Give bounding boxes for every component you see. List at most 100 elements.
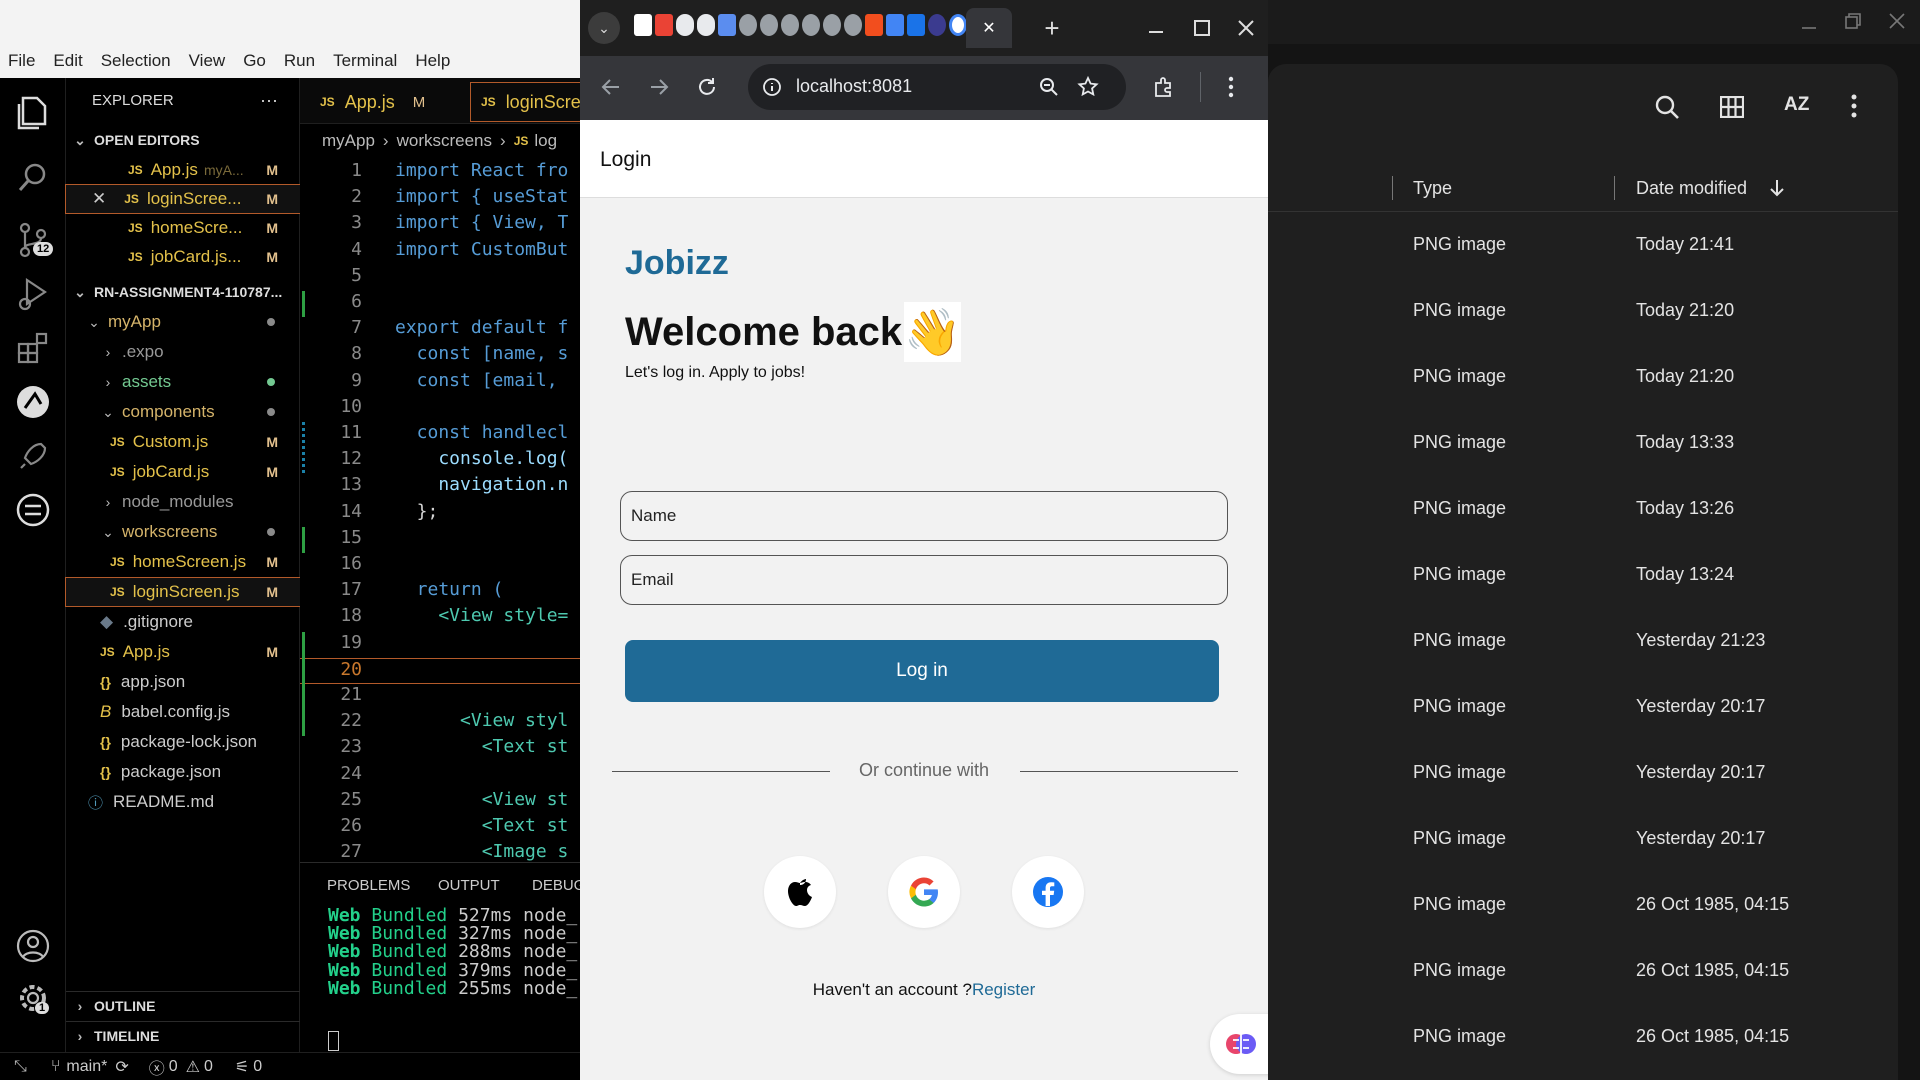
explorer-icon[interactable]	[13, 92, 53, 132]
favicon[interactable]	[928, 14, 946, 36]
git-branch[interactable]: main*	[66, 1058, 107, 1076]
code-line[interactable]: 12 console.log(	[300, 448, 580, 474]
minimize-icon[interactable]	[1146, 18, 1166, 38]
open-editors-header[interactable]: ⌄ OPEN EDITORS	[66, 126, 300, 154]
file-row[interactable]: PNG image Today 13:24	[1268, 542, 1898, 608]
file-row[interactable]: PNG image Today 21:20	[1268, 278, 1898, 344]
column-type[interactable]: Type	[1413, 178, 1452, 199]
file-row[interactable]: PNG image Today 21:20	[1268, 344, 1898, 410]
code-line[interactable]: 24	[300, 763, 580, 789]
tree-file-loginscreen[interactable]: JS loginScreen.js M	[65, 577, 301, 607]
tree-file-gitignore[interactable]: ◆ .gitignore	[66, 608, 300, 636]
google-login-button[interactable]	[888, 856, 960, 928]
file-row[interactable]: PNG image Today 21:41	[1268, 212, 1898, 278]
name-input[interactable]	[621, 492, 1227, 540]
project-header[interactable]: ⌄ RN-ASSIGNMENT4-110787...	[66, 278, 300, 306]
email-input[interactable]	[621, 556, 1227, 604]
zoom-icon[interactable]	[1038, 76, 1060, 98]
tab-debug[interactable]: DEBUG	[532, 877, 580, 894]
apple-login-button[interactable]	[764, 856, 836, 928]
file-row[interactable]: PNG image Today 13:26	[1268, 476, 1898, 542]
more-options-icon[interactable]	[1851, 94, 1857, 118]
open-editor-item[interactable]: JS App.js myA... M	[66, 156, 300, 184]
remote-explorer-icon[interactable]	[13, 490, 53, 530]
file-row[interactable]: PNG image Yesterday 20:17	[1268, 674, 1898, 740]
search-icon[interactable]	[13, 158, 53, 198]
tree-file-homescreen[interactable]: JS homeScreen.js M	[66, 548, 300, 576]
tab-appjs[interactable]: JS App.js M	[310, 82, 435, 122]
code-line[interactable]: 20	[300, 657, 580, 684]
favicon[interactable]	[781, 14, 799, 36]
menu-terminal[interactable]: Terminal	[333, 51, 397, 71]
code-line[interactable]: 15	[300, 527, 580, 553]
code-line[interactable]: 27 <Image s	[300, 841, 580, 862]
favicon[interactable]	[823, 14, 841, 36]
tree-file-readme[interactable]: ⓘ README.md	[66, 788, 300, 816]
file-row[interactable]: PNG image Yesterday 20:17	[1268, 740, 1898, 806]
remote-icon[interactable]: ⤡	[14, 1058, 27, 1076]
figma-icon[interactable]	[865, 14, 883, 36]
favicon[interactable]	[676, 14, 694, 36]
settings-gear-icon[interactable]: 1	[13, 978, 53, 1018]
source-control-icon[interactable]: 12	[13, 220, 54, 260]
tab-loginscreen[interactable]: JS loginScre	[470, 82, 580, 122]
login-button[interactable]: Log in	[625, 640, 1219, 702]
close-icon[interactable]: ✕	[92, 189, 106, 209]
grid-view-icon[interactable]	[1720, 96, 1744, 118]
tree-folder-myapp[interactable]: ⌄ myApp	[66, 308, 300, 336]
code-line[interactable]: 21	[300, 684, 580, 710]
code-line[interactable]: 23 <Text st	[300, 736, 580, 762]
file-row[interactable]: PNG image Today 13:33	[1268, 410, 1898, 476]
favicon[interactable]	[886, 14, 904, 36]
reload-icon[interactable]	[696, 76, 718, 98]
tree-file-custom[interactable]: JS Custom.js M	[66, 428, 300, 456]
register-link[interactable]: Register	[972, 980, 1035, 999]
search-icon[interactable]	[1654, 94, 1680, 120]
favicon[interactable]	[697, 14, 715, 36]
back-icon[interactable]	[600, 76, 622, 98]
code-line[interactable]: 26 <Text st	[300, 815, 580, 841]
account-icon[interactable]	[13, 926, 53, 966]
code-line[interactable]: 13 navigation.n	[300, 474, 580, 500]
file-row[interactable]: PNG image 26 Oct 1985, 04:15	[1268, 1004, 1898, 1070]
sort-az-icon[interactable]: AZ	[1784, 94, 1809, 116]
timeline-header[interactable]: › TIMELINE	[66, 1021, 300, 1049]
column-date-modified[interactable]: Date modified	[1636, 178, 1747, 199]
bookmark-star-icon[interactable]	[1076, 75, 1100, 99]
menu-edit[interactable]: Edit	[53, 51, 82, 71]
code-line[interactable]: 11 const handlecl	[300, 422, 580, 448]
favicon[interactable]	[802, 14, 820, 36]
tab-output[interactable]: OUTPUT	[438, 877, 500, 894]
code-line[interactable]: 10	[300, 396, 580, 422]
tree-folder-assets[interactable]: › assets	[66, 368, 300, 396]
code-line[interactable]: 5	[300, 265, 580, 291]
rocket-icon[interactable]	[13, 436, 53, 476]
menu-run[interactable]: Run	[284, 51, 315, 71]
sort-descending-icon[interactable]	[1768, 178, 1786, 198]
menu-file[interactable]: File	[8, 51, 35, 71]
favicon[interactable]	[907, 14, 925, 36]
favicon[interactable]	[844, 14, 862, 36]
favicon[interactable]	[634, 14, 652, 36]
expo-icon[interactable]	[13, 382, 53, 422]
tree-file-jobcard[interactable]: JS jobCard.js M	[66, 458, 300, 486]
address-bar[interactable]: localhost:8081	[748, 64, 1126, 110]
ports-count[interactable]: 0	[253, 1058, 262, 1076]
code-line[interactable]: 3 import { View, T	[300, 212, 580, 238]
forward-icon[interactable]	[648, 76, 670, 98]
open-editor-item[interactable]: JS jobCard.js... M	[66, 243, 300, 271]
code-line[interactable]: 7 export default f	[300, 317, 580, 343]
tab-problems[interactable]: PROBLEMS	[327, 877, 410, 894]
tree-folder-expo[interactable]: › .expo	[66, 338, 300, 366]
favicon[interactable]	[760, 14, 778, 36]
sync-icon[interactable]: ⟳	[115, 1057, 128, 1077]
favicon[interactable]	[739, 14, 757, 36]
file-row[interactable]: PNG image Yesterday 21:23	[1268, 608, 1898, 674]
open-editor-item-active[interactable]: ✕ JS loginScree... M	[65, 184, 301, 214]
code-line[interactable]: 9 const [email,	[300, 370, 580, 396]
code-line[interactable]: 6	[300, 291, 580, 317]
code-line[interactable]: 4 import CustomBut	[300, 239, 580, 265]
menu-view[interactable]: View	[189, 51, 226, 71]
code-line[interactable]: 17 return (	[300, 579, 580, 605]
tree-folder-components[interactable]: ⌄ components	[66, 398, 300, 426]
